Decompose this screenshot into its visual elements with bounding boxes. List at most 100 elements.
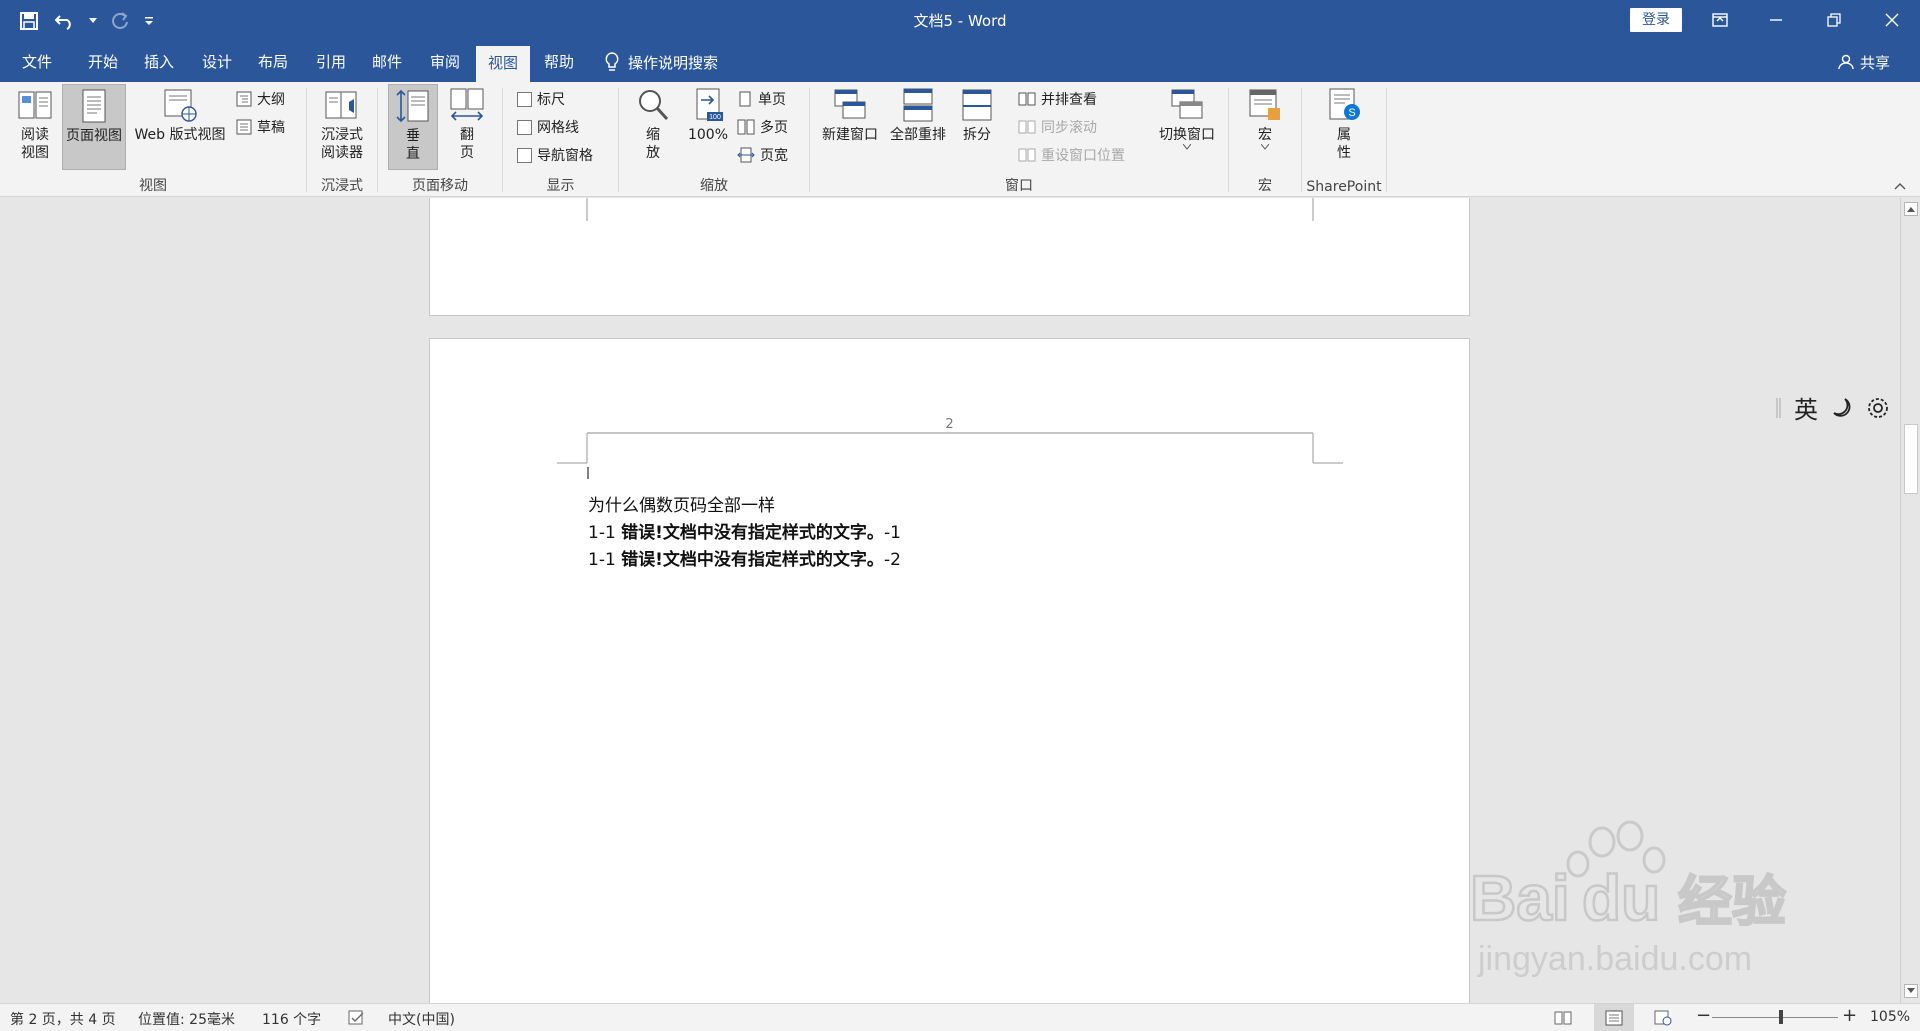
zoom-out-button[interactable]: − (1696, 1005, 1711, 1026)
collapse-ribbon-button[interactable] (1894, 182, 1906, 190)
scroll-up-button[interactable] (1904, 202, 1918, 216)
zoom-slider[interactable] (1712, 1010, 1838, 1024)
vertical-position[interactable]: 位置值: 25毫米 (138, 1009, 235, 1029)
tab-file[interactable]: 文件 (10, 42, 64, 82)
close-button[interactable] (1864, 0, 1920, 40)
zoom-label: 缩 放 (646, 127, 660, 161)
multiple-pages-button[interactable]: 多页 (737, 116, 788, 138)
ruler-check-box[interactable] (517, 91, 532, 107)
document-body[interactable]: 为什么偶数页码全部一样 1-1 错误!文档中没有指定样式的文字。-1 1-1 错… (588, 493, 901, 574)
tab-insert[interactable]: 插入 (132, 42, 186, 82)
tab-review[interactable]: 审阅 (418, 42, 472, 82)
document-area[interactable]: 2 为什么偶数页码全部一样 1-1 错误!文档中没有指定样式的文字。-1 1-1… (0, 198, 1900, 1003)
doc-line-toc-1: 1-1 错误!文档中没有指定样式的文字。-1 (588, 520, 901, 547)
split-icon (962, 89, 992, 121)
zoom-slider-knob[interactable] (1779, 1010, 1784, 1024)
properties-button[interactable]: S 属 性 (1322, 86, 1366, 162)
page-width-button[interactable]: 页宽 (737, 144, 788, 166)
language-status[interactable]: 中文(中国) (388, 1009, 455, 1029)
ribbon-display-options-button[interactable] (1692, 0, 1748, 40)
side-by-side-button[interactable]: 并排查看 (1018, 88, 1097, 110)
ime-toolbar[interactable]: 英 (1776, 390, 1890, 425)
magnifier-icon (639, 90, 669, 121)
read-mode-button[interactable]: 阅读 视图 (10, 86, 60, 162)
toc-suffix: -1 (883, 523, 901, 543)
draft-button[interactable]: 草稿 (236, 116, 285, 138)
gear-icon[interactable] (1866, 396, 1890, 420)
one-page-button[interactable]: 单页 (737, 88, 786, 110)
tab-home[interactable]: 开始 (76, 42, 130, 82)
undo-button[interactable] (50, 8, 80, 34)
scroll-thumb[interactable] (1904, 424, 1918, 494)
read-mode-view-icon[interactable] (1554, 1010, 1572, 1026)
one-page-icon (739, 91, 751, 107)
tab-references[interactable]: 引用 (304, 42, 358, 82)
ruler-checkbox[interactable]: 标尺 (517, 88, 565, 110)
zoom-100-label: 100% (687, 127, 729, 143)
undo-dropdown[interactable] (86, 8, 100, 34)
tab-design[interactable]: 设计 (190, 42, 244, 82)
ime-language-toggle[interactable]: 英 (1794, 390, 1818, 425)
new-window-label: 新建窗口 (822, 127, 878, 143)
zoom-button[interactable]: 缩 放 (631, 86, 675, 162)
scroll-down-button[interactable] (1904, 984, 1918, 998)
arrange-all-label: 全部重排 (890, 127, 946, 143)
side-to-side-button[interactable]: 翻 页 (442, 86, 492, 162)
nav-pane-check-box[interactable] (517, 147, 532, 163)
proofing-icon[interactable] (348, 1010, 366, 1026)
restore-icon (1827, 13, 1841, 27)
side-by-side-icon (1018, 92, 1036, 106)
print-layout-view-button[interactable] (1594, 1004, 1634, 1031)
macros-button[interactable]: 宏 (1243, 86, 1287, 150)
restore-button[interactable] (1806, 0, 1862, 40)
zoom-percent[interactable]: 105% (1870, 1009, 1910, 1025)
login-button[interactable]: 登录 (1630, 8, 1682, 32)
customize-qat-button[interactable] (142, 8, 156, 34)
page-2[interactable]: 2 为什么偶数页码全部一样 1-1 错误!文档中没有指定样式的文字。-1 1-1… (429, 338, 1470, 1003)
gridlines-checkbox[interactable]: 网格线 (517, 116, 579, 138)
vertical-button[interactable]: 垂 直 (388, 84, 438, 170)
sharepoint-group-label: SharePoint (1306, 179, 1382, 195)
vertical-scroll-icon (396, 89, 429, 123)
nav-pane-checkbox[interactable]: 导航窗格 (517, 144, 593, 166)
tab-layout[interactable]: 布局 (246, 42, 300, 82)
outline-button[interactable]: 大纲 (236, 88, 285, 110)
outline-icon (236, 91, 252, 107)
macros-group-label: 宏 (1258, 178, 1272, 194)
save-button[interactable] (14, 8, 44, 34)
split-button[interactable]: 拆分 (954, 86, 1000, 144)
vertical-scrollbar[interactable] (1900, 198, 1920, 1003)
tab-view[interactable]: 视图 (476, 46, 530, 82)
toc-number: 1-1 (588, 550, 622, 570)
lightbulb-icon (605, 52, 619, 71)
tab-mailings[interactable]: 邮件 (360, 42, 414, 82)
tab-help[interactable]: 帮助 (532, 42, 586, 82)
multiple-pages-label: 多页 (760, 120, 788, 136)
page-count[interactable]: 第 2 页，共 4 页 (10, 1009, 116, 1029)
web-layout-view-icon[interactable] (1654, 1010, 1672, 1026)
sharepoint-group: S 属 性 SharePoint (1302, 82, 1386, 197)
word-count[interactable]: 116 个字 (262, 1009, 321, 1029)
zoom-100-button[interactable]: 100 100% (683, 86, 733, 144)
moon-icon[interactable] (1830, 396, 1854, 420)
minimize-button[interactable] (1748, 0, 1804, 40)
page-1[interactable] (429, 198, 1470, 316)
immersive-reader-button[interactable]: 沉浸式 阅读器 (315, 86, 369, 162)
zoom-in-button[interactable]: + (1842, 1005, 1857, 1026)
arrange-all-button[interactable]: 全部重排 (886, 86, 950, 144)
web-layout-button[interactable]: Web 版式视图 (128, 86, 232, 144)
new-window-button[interactable]: 新建窗口 (818, 86, 882, 144)
reset-position-button[interactable]: 重设窗口位置 (1018, 144, 1125, 166)
web-layout-icon (164, 89, 197, 122)
tell-me-search[interactable]: 操作说明搜索 (604, 42, 718, 82)
redo-button[interactable] (106, 8, 136, 34)
ribbon-display-icon (1712, 13, 1728, 27)
save-icon (20, 12, 38, 30)
share-button[interactable]: 共享 (1838, 42, 1890, 82)
nav-pane-label: 导航窗格 (537, 148, 593, 164)
switch-windows-button[interactable]: 切换窗口 (1154, 86, 1220, 150)
print-layout-button[interactable]: 页面视图 (62, 84, 126, 170)
side-to-side-label: 翻 页 (460, 127, 474, 161)
gridlines-check-box[interactable] (517, 119, 532, 135)
sync-scroll-button[interactable]: 同步滚动 (1018, 116, 1097, 138)
